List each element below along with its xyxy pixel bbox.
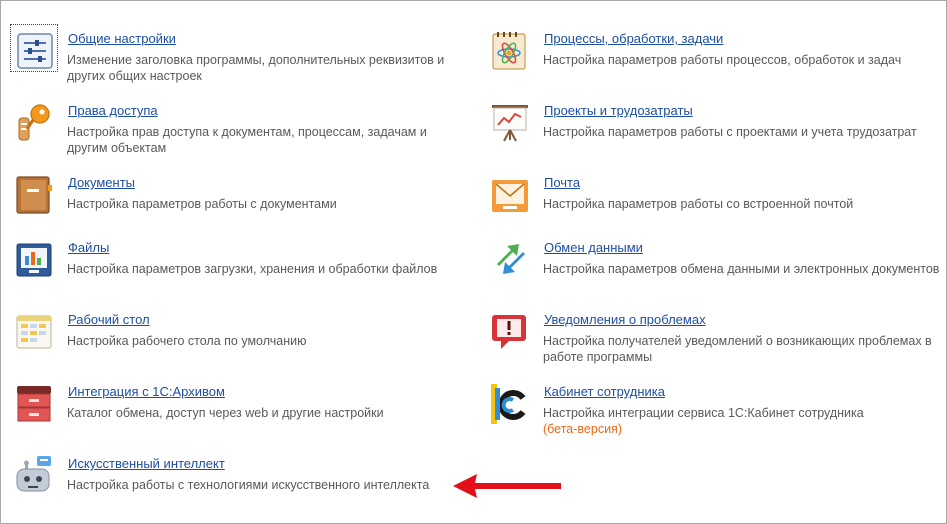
item-description: Каталог обмена, доступ через web и други… <box>67 406 384 420</box>
exchange-arrows-icon <box>491 240 531 280</box>
item-description: Настройка параметров загрузки, хранения … <box>67 262 438 276</box>
mail-icon <box>491 175 531 215</box>
process-icon <box>491 31 531 71</box>
archive-icon <box>15 384 55 424</box>
item-title[interactable]: Почта <box>544 175 580 190</box>
item-description: Настройка параметров обмена данными и эл… <box>543 262 940 276</box>
item-title[interactable]: Файлы <box>68 240 109 255</box>
item-description: Настройка интеграции сервиса 1С:Кабинет … <box>543 405 943 437</box>
pointer-arrow-icon <box>453 474 561 498</box>
item-description: Настройка параметров работы с документам… <box>67 197 337 211</box>
item-title[interactable]: Документы <box>68 175 135 190</box>
settings-sliders-icon <box>15 31 55 71</box>
1c-cabinet-icon <box>491 384 531 424</box>
item-title[interactable]: Обмен данными <box>544 240 643 255</box>
folder-icon <box>15 175 55 215</box>
item-description: Настройка работы с технологиями искусств… <box>67 478 430 492</box>
item-title[interactable]: Проекты и трудозатраты <box>544 103 693 118</box>
item-description: Изменение заголовка программы, дополните… <box>67 53 445 83</box>
file-icon <box>15 240 55 280</box>
beta-badge: (бета-версия) <box>543 422 622 436</box>
item-title[interactable]: Общие настройки <box>68 31 176 46</box>
projects-chart-icon <box>491 103 531 143</box>
item-title[interactable]: Процессы, обработки, задачи <box>544 31 723 46</box>
item-title[interactable]: Искусственный интеллект <box>68 456 225 471</box>
item-title[interactable]: Уведомления о проблемах <box>544 312 706 327</box>
robot-icon <box>15 456 55 496</box>
item-description: Настройка получателей уведомлений о возн… <box>543 334 932 364</box>
alert-icon <box>491 312 531 352</box>
item-title[interactable]: Рабочий стол <box>68 312 150 327</box>
item-description: Настройка прав доступа к документам, про… <box>67 125 427 155</box>
item-description: Настройка параметров работы процессов, о… <box>543 53 902 67</box>
settings-panel: Общие настройки Изменение заголовка прог… <box>0 0 947 524</box>
item-description: Настройка параметров работы с проектами … <box>543 125 917 139</box>
item-title[interactable]: Кабинет сотрудника <box>544 384 665 399</box>
item-description: Настройка параметров работы со встроенно… <box>543 197 854 211</box>
key-icon <box>15 103 55 143</box>
item-title[interactable]: Права доступа <box>68 103 158 118</box>
item-description: Настройка рабочего стола по умолчанию <box>67 334 307 348</box>
desktop-icon <box>15 312 55 352</box>
item-title[interactable]: Интеграция с 1С:Архивом <box>68 384 225 399</box>
item-description-text: Настройка интеграции сервиса 1С:Кабинет … <box>543 406 864 420</box>
